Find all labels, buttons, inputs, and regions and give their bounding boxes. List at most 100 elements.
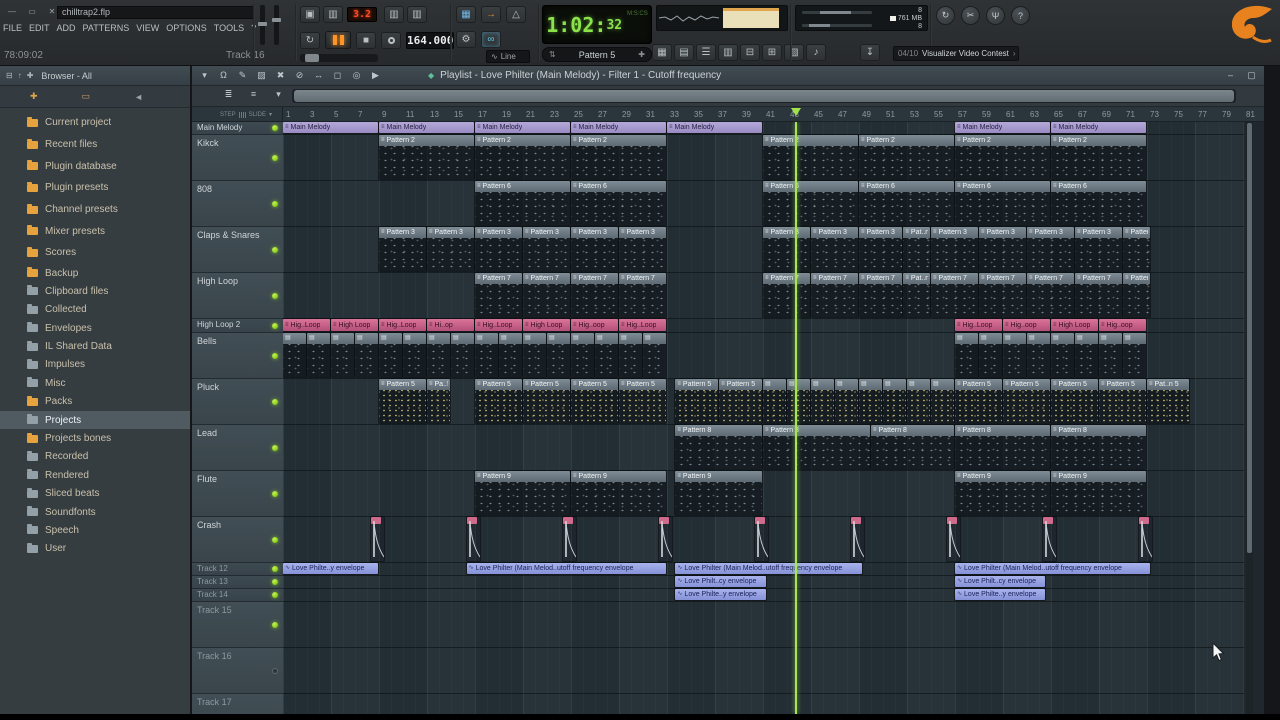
slide-dropdown-icon[interactable]: ▾ — [269, 111, 272, 118]
clip-pattern-3[interactable]: ≡Pattern 3 — [571, 227, 618, 271]
browser-item-scores[interactable]: Scores — [0, 242, 190, 264]
add-to-browser-icon[interactable]: ✚ — [27, 71, 34, 80]
clip-pattern-7[interactable]: ≡Pattern 7 — [1123, 273, 1150, 317]
ruler-numbers[interactable]: 1 3 5 7 9 11 13 15 17 19 21 23 25 27 29 31 33 35 37 39 41 43 4… — [283, 107, 1264, 122]
clip-icon[interactable]: ▤ — [427, 333, 450, 377]
clip-hi-op[interactable]: ≡ Hi..op — [427, 319, 474, 331]
clip-pattern-5[interactable]: ≡ Pattern 5 — [379, 379, 426, 423]
clip-icon[interactable]: ▤ — [619, 333, 642, 377]
play-button[interactable] — [325, 31, 351, 49]
wrench-icon[interactable]: ⚙ — [456, 31, 476, 48]
clip-main-melody[interactable]: ≡ Main Melody — [955, 122, 1050, 133]
browser-item-projects[interactable]: Projects — [0, 410, 190, 430]
clip-hig-oop[interactable]: ≡ Hig..oop — [1099, 319, 1146, 331]
track-header-claps-snares[interactable]: Claps & Snares — [192, 227, 283, 273]
browser-panel-button[interactable]: ⊟ — [740, 44, 760, 61]
mute-tool-button[interactable]: ⊘ — [293, 70, 306, 81]
browser-item-rendered[interactable]: Rendered — [0, 466, 190, 484]
clip-icon[interactable]: ▤ — [1051, 333, 1074, 377]
clip-pattern-7[interactable]: ≡Pattern 7 — [619, 273, 666, 317]
clip-icon[interactable]: ▤ — [355, 333, 378, 377]
clip-pattern-3[interactable]: ≡Pattern 3 — [811, 227, 858, 271]
typing-keyboard-icon[interactable]: ▦ — [456, 6, 476, 23]
disk-activity-icon[interactable]: ▥ — [407, 6, 427, 23]
midi-activity-icon[interactable]: ▥ — [384, 6, 404, 23]
playlist-menu-button[interactable]: ▾ — [198, 70, 211, 81]
track-mute-dot[interactable] — [272, 246, 278, 253]
clip-main-melody[interactable]: ≡ Main Melody — [379, 122, 474, 133]
visualizer-panel-icon[interactable]: ▣ — [300, 6, 320, 23]
browser-item-envelopes[interactable]: Envelopes — [0, 319, 190, 337]
clip-pattern-2[interactable]: ≡ Pattern 2 — [1051, 135, 1146, 179]
step-label[interactable]: STEP — [220, 112, 236, 118]
clip-icon[interactable]: ▤ — [595, 333, 618, 377]
track-mute-dot[interactable] — [272, 490, 278, 497]
menu-edit[interactable]: EDIT — [29, 23, 50, 33]
track-header-pluck[interactable]: Pluck — [192, 379, 283, 425]
track-header-track-17[interactable]: Track 17 — [192, 694, 283, 714]
clip-hig-loop[interactable]: ≡ Hig..Loop — [475, 319, 522, 331]
clip-icon[interactable]: ▤ — [883, 379, 906, 423]
shuffle-slider[interactable] — [300, 54, 378, 62]
paint-tool-button[interactable]: ▨ — [255, 70, 268, 81]
menu-options[interactable]: OPTIONS — [166, 23, 207, 33]
menu-tools[interactable]: TOOLS — [214, 23, 244, 33]
add-pattern-icon[interactable]: ✚ — [638, 50, 645, 59]
clip-icon[interactable]: ▤ — [1027, 333, 1050, 377]
browser-item-sliced-beats[interactable]: Sliced beats — [0, 485, 190, 503]
track-header-kikck[interactable]: Kikck — [192, 135, 283, 181]
playlist-lanes[interactable]: ≡ Main Melody ≡ Main Melody ≡ Main Melody ≡ Mai… — [283, 122, 1244, 714]
microphone-button[interactable]: Ψ — [986, 6, 1005, 25]
midi-link-icon[interactable]: ∞ — [481, 31, 501, 48]
pattern-spinner-icon[interactable]: ⇅ — [549, 50, 556, 59]
clip-high-loop[interactable]: ≡ High Loop — [523, 319, 570, 331]
clip-love-philter-main-melod-utoff-frequency-envelope[interactable]: ∿ Love Philter (Main Melod..utoff frequen… — [955, 563, 1150, 574]
clip-crash[interactable] — [850, 517, 864, 561]
clip-love-philt-cy-envelope[interactable]: ∿ Love Philt..cy envelope — [675, 576, 766, 587]
magnet-snap-button[interactable]: Ω — [217, 70, 230, 81]
clip-main-melody[interactable]: ≡ Main Melody — [1051, 122, 1146, 133]
clip-icon[interactable]: ▤ — [763, 379, 786, 423]
browser-item-recorded[interactable]: Recorded — [0, 448, 190, 466]
clip-pattern-8[interactable]: ≡ Pattern 8 — [1051, 425, 1146, 469]
clip-love-philte-y-envelope[interactable]: ∿ Love Philte..y envelope — [675, 589, 766, 600]
vertical-scrollbar-thumb[interactable] — [1247, 123, 1252, 553]
track-mute-dot[interactable] — [272, 566, 278, 572]
browser-item-impulses[interactable]: Impulses — [0, 356, 190, 374]
clip-pattern-3[interactable]: ≡Pattern 3 — [1123, 227, 1150, 271]
clip-pattern-3[interactable]: ≡Pattern 3 — [619, 227, 666, 271]
clip-icon[interactable]: ▤ — [1099, 333, 1122, 377]
browser-item-speech[interactable]: Speech — [0, 521, 190, 539]
track-mute-dot[interactable] — [272, 125, 278, 131]
channel-rack-panel-button[interactable]: ☰ — [696, 44, 716, 61]
master-volume-slider[interactable] — [272, 5, 281, 45]
clip-pattern-5[interactable]: ≡ Pattern 5 — [719, 379, 762, 423]
clip-pattern-6[interactable]: ≡ Pattern 6 — [475, 181, 570, 225]
clip-pattern-7[interactable]: ≡Pattern 7 — [763, 273, 810, 317]
clip-icon[interactable]: ▤ — [283, 333, 306, 377]
clip-pattern-6[interactable]: ≡ Pattern 6 — [1051, 181, 1146, 225]
clip-crash[interactable] — [562, 517, 576, 561]
step-record-arrow-icon[interactable]: → — [481, 6, 501, 23]
track-header-track-13[interactable]: Track 13 — [192, 576, 283, 589]
clip-icon[interactable]: ▤ — [571, 333, 594, 377]
clip-pat-n-7[interactable]: ≡Pat..n 7 — [903, 273, 930, 317]
piano-roll-panel-button[interactable]: ▤ — [674, 44, 694, 61]
select-tool-button[interactable]: ◻ — [331, 70, 344, 81]
horizontal-scrollbar-thumb[interactable] — [294, 90, 1234, 102]
browser-item-plugin-presets[interactable]: Plugin presets — [0, 177, 190, 199]
clip-icon[interactable]: ▤ — [403, 333, 426, 377]
clip-icon[interactable]: ▤ — [331, 333, 354, 377]
browser-item-packs[interactable]: Packs — [0, 393, 190, 411]
clip-high-loop[interactable]: ≡ High Loop — [1051, 319, 1098, 331]
clip-icon[interactable]: ▤ — [475, 333, 498, 377]
track-header-main-melody[interactable]: Main Melody — [192, 122, 283, 135]
audition-speaker-icon[interactable]: ◄ — [134, 92, 143, 102]
clip-love-philter-main-melod-utoff-frequency-envelope[interactable]: ∿ Love Philter (Main Melod..utoff frequen… — [675, 563, 862, 574]
clip-crash[interactable] — [466, 517, 480, 561]
clip-pattern-6[interactable]: ≡ Pattern 6 — [955, 181, 1050, 225]
track-mute-dot[interactable] — [272, 352, 278, 359]
clip-pattern-6[interactable]: ≡ Pattern 6 — [571, 181, 666, 225]
clip-icon[interactable]: ▤ — [547, 333, 570, 377]
zoom-tool-button[interactable]: ◎ — [350, 70, 363, 81]
